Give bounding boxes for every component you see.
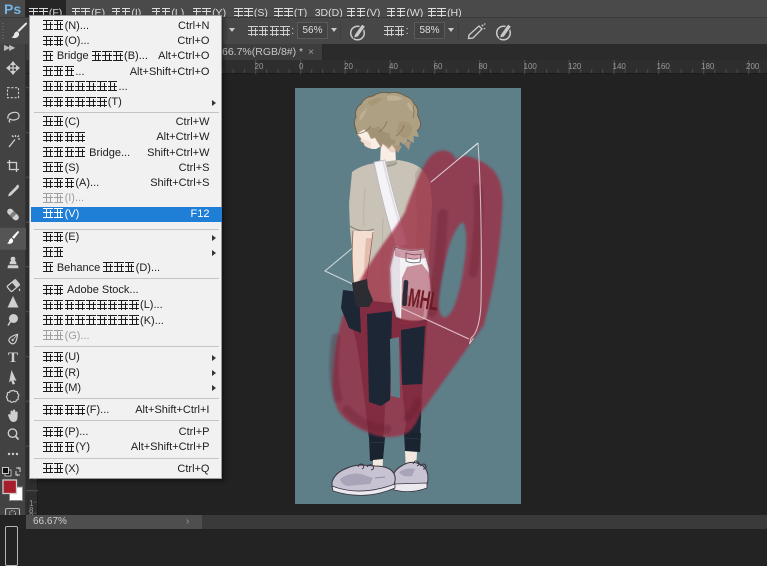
svg-text:T: T [8, 350, 18, 366]
